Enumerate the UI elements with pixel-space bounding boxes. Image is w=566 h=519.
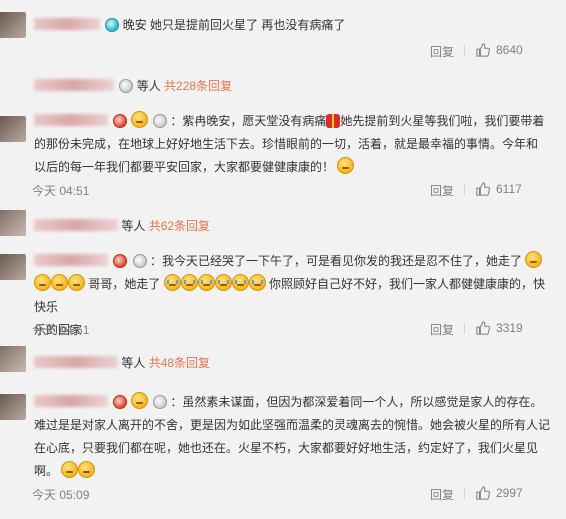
comment-text-line: ：虽然素未谋面，但因为都深爱着同一个人，所以感觉是家人的存在。 — [170, 395, 543, 409]
comment-text: 晚安 她只是提前回火星了 再也没有病痛了 — [122, 18, 346, 32]
reply-button[interactable]: 回复 — [430, 486, 454, 503]
thumbs-up-icon[interactable] — [476, 321, 490, 335]
username-blurred[interactable] — [34, 254, 108, 266]
avatar[interactable] — [0, 254, 26, 280]
avatar[interactable] — [0, 116, 26, 142]
crying-face-icon — [163, 274, 181, 291]
crying-face-icon — [214, 274, 232, 291]
comment-body: ：紫冉晚安，愿天堂没有病痛 她先提前到火星等我们啦，我们要带着 的那份未完成，在地… — [34, 110, 554, 179]
divider — [464, 323, 465, 334]
divider — [464, 45, 465, 56]
face-emoji-icon — [34, 274, 51, 291]
thumbs-up-icon[interactable] — [476, 43, 490, 57]
like-count: 2997 — [496, 486, 523, 500]
divider — [464, 488, 465, 499]
comment-text-line: 啊。 — [34, 464, 59, 478]
avatar[interactable] — [0, 346, 26, 372]
sub-thread-summary[interactable]: 等人 共62条回复 — [0, 210, 566, 244]
comment-body: 晚安 她只是提前回火星了 再也没有病痛了 — [34, 14, 554, 37]
crying-face-icon — [180, 274, 198, 291]
avatar[interactable] — [0, 394, 26, 420]
thumbs-up-icon[interactable] — [476, 182, 490, 196]
more-users-label: 等人 — [121, 356, 146, 370]
face-emoji-icon — [337, 157, 355, 174]
username-blurred[interactable] — [34, 79, 114, 91]
user-badge-icon — [153, 395, 168, 409]
avatar[interactable] — [0, 210, 26, 236]
comment-item: ：紫冉晚安，愿天堂没有病痛 她先提前到火星等我们啦，我们要带着 的那份未完成，在地… — [0, 110, 566, 202]
user-badge-icon — [105, 18, 120, 32]
thumbs-up-icon[interactable] — [476, 486, 490, 500]
comment-item: ：我今天已经哭了一下午了，可是看见你发的我还是忍不住了，她走了 哥哥，她走了 你… — [0, 248, 566, 340]
reply-button[interactable]: 回复 — [430, 43, 454, 60]
timestamp: 今天 04:51 — [32, 184, 90, 198]
sub-thread-text: 等人 共48条回复 — [34, 354, 210, 371]
user-badge-icon — [113, 114, 128, 128]
comment-body: ：虽然素未谋面，但因为都深爱着同一个人，所以感觉是家人的存在。 难过是是对家人离… — [34, 391, 554, 483]
comment-text-line: ：紫冉晚安，愿天堂没有病痛 — [170, 114, 327, 128]
face-emoji-icon — [51, 274, 68, 291]
face-emoji-icon — [78, 461, 96, 478]
more-users-label: 等人 — [121, 219, 146, 233]
username-blurred[interactable] — [34, 395, 108, 407]
comment-text-line: 的那份未完成，在地球上好好地生活下去。珍惜眼前的一切，活着，就是最幸福的事情。今… — [34, 137, 539, 151]
sub-thread-summary[interactable]: 等人 共228条回复 — [0, 72, 566, 106]
sub-thread-text: 等人 共62条回复 — [34, 217, 210, 234]
comment-actions: 回复 2997 — [430, 486, 550, 502]
comment-text-line: 以后的每一年我们都要平安回家，大家都要健健康康的！ — [34, 160, 335, 174]
like-count: 6117 — [496, 182, 522, 196]
comment-text-line: ：我今天已经哭了一下午了，可是看见你发的我还是忍不住了，她走了 — [150, 254, 523, 268]
view-replies-link[interactable]: 共48条回复 — [149, 356, 210, 370]
comment-text-line: 在心底，只要我们都在呢，她也还在。火星不朽，大家都要好好地生活，约定好了，我们火… — [34, 441, 539, 455]
user-badge-icon — [113, 395, 128, 409]
timestamp: 今天 04:51 — [32, 323, 90, 337]
username-blurred[interactable] — [34, 18, 100, 30]
timestamp: 今天 05:09 — [32, 488, 90, 502]
face-emoji-icon — [61, 461, 79, 478]
crying-face-icon — [248, 274, 266, 291]
reply-button[interactable]: 回复 — [430, 182, 454, 199]
comment-actions: 回复 6117 — [430, 182, 550, 198]
face-emoji-icon — [130, 111, 148, 128]
reply-button[interactable]: 回复 — [430, 321, 454, 338]
user-badge-icon — [113, 254, 128, 268]
like-count: 8640 — [496, 43, 523, 57]
comment-text-line: 她先提前到火星等我们啦，我们要带着 — [340, 114, 545, 128]
face-emoji-icon — [525, 251, 543, 268]
comment-text-line: 哥哥，她走了 — [88, 277, 161, 291]
face-emoji-icon — [68, 274, 85, 291]
comment-item: ：虽然素未谋面，但因为都深爱着同一个人，所以感觉是家人的存在。 难过是是对家人离… — [0, 390, 566, 510]
avatar[interactable] — [0, 12, 26, 38]
comment-text-line: 难过是是对家人离开的不舍，更是因为如此坚强而温柔的灵魂离去的惋惜。她会被火星的所… — [34, 418, 551, 432]
view-replies-link[interactable]: 共62条回复 — [149, 219, 210, 233]
gift-icon — [326, 114, 341, 128]
crying-face-icon — [197, 274, 215, 291]
divider — [464, 184, 465, 195]
comment-actions: 回复 8640 — [430, 43, 550, 59]
user-badge-icon — [153, 114, 168, 128]
crying-face-icon — [231, 274, 249, 291]
username-blurred[interactable] — [34, 114, 108, 126]
sub-thread-summary[interactable]: 等人 共48条回复 — [0, 346, 566, 380]
username-blurred[interactable] — [34, 219, 118, 231]
more-users-label: 等人 — [136, 79, 161, 93]
comment-top: 晚安 她只是提前回火星了 再也没有病痛了 回复 8640 — [0, 0, 566, 60]
user-badge-icon — [119, 79, 134, 93]
user-badge-icon — [132, 254, 147, 268]
comment-actions: 回复 3319 — [430, 321, 550, 337]
sub-thread-text: 等人 共228条回复 — [34, 77, 232, 94]
username-blurred[interactable] — [34, 356, 118, 368]
view-replies-link[interactable]: 共228条回复 — [164, 79, 232, 93]
like-count: 3319 — [496, 321, 523, 335]
face-emoji-icon — [130, 392, 148, 409]
